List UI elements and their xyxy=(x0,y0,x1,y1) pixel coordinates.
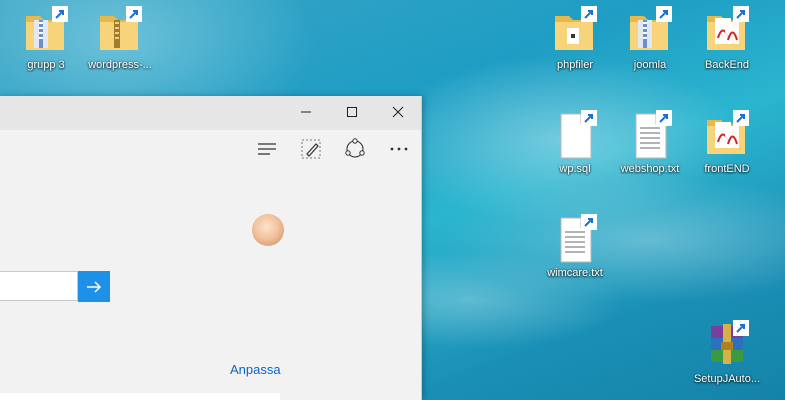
web-note-button[interactable] xyxy=(296,134,326,164)
title-bar xyxy=(0,96,421,130)
share-icon xyxy=(345,138,365,158)
shortcut-arrow-icon xyxy=(581,214,597,230)
web-note-icon xyxy=(301,139,321,159)
maximize-button[interactable] xyxy=(329,96,375,128)
desktop-icon-label: joomla xyxy=(633,59,667,71)
shortcut-arrow-icon xyxy=(52,6,68,22)
hub-button[interactable] xyxy=(252,134,282,164)
shortcut-arrow-icon xyxy=(581,6,597,22)
shortcut-arrow-icon xyxy=(656,6,672,22)
winrar-archive-icon xyxy=(703,320,751,370)
zip-folder-icon xyxy=(22,6,70,56)
avatar[interactable] xyxy=(252,214,284,246)
shortcut-arrow-icon xyxy=(733,6,749,22)
desktop-icon-label: wimcare.txt xyxy=(547,267,603,279)
close-button[interactable] xyxy=(375,96,421,128)
customize-link[interactable]: Anpassa xyxy=(230,362,281,377)
more-button[interactable] xyxy=(384,134,414,164)
desktop-icon-label: wp.sql xyxy=(559,163,591,175)
pdf-folder-icon xyxy=(703,6,751,56)
desktop-icon-grupp-3[interactable]: grupp 3 xyxy=(8,6,84,72)
hub-icon xyxy=(258,143,276,155)
desktop-icon-label: BackEnd xyxy=(704,59,750,71)
zip-folder-icon xyxy=(96,6,144,56)
maximize-icon xyxy=(347,107,357,117)
shortcut-arrow-icon xyxy=(656,110,672,126)
search-input[interactable] xyxy=(0,271,78,301)
desktop-icon-wp-sql[interactable]: wp.sql xyxy=(537,110,613,176)
more-icon xyxy=(390,147,408,151)
blank-file-icon xyxy=(551,110,599,160)
desktop-icon-backend[interactable]: BackEnd xyxy=(689,6,765,72)
content-panel xyxy=(0,393,280,400)
shortcut-arrow-icon xyxy=(126,6,142,22)
minimize-icon xyxy=(301,111,311,113)
shortcut-arrow-icon xyxy=(733,110,749,126)
desktop-icon-label: frontEND xyxy=(704,163,750,175)
arrow-right-icon xyxy=(87,280,102,293)
pdf-folder-icon xyxy=(703,110,751,160)
desktop-icon-setupjauto[interactable]: SetupJAuto... xyxy=(689,320,765,386)
desktop-icon-joomla[interactable]: joomla xyxy=(612,6,688,72)
desktop-icon-phpfiler[interactable]: phpfiler xyxy=(537,6,613,72)
shortcut-arrow-icon xyxy=(733,320,749,336)
desktop-icon-label: webshop.txt xyxy=(620,163,680,175)
close-icon xyxy=(392,106,404,118)
browser-toolbar xyxy=(0,130,421,168)
shortcut-arrow-icon xyxy=(581,110,597,126)
text-file-icon xyxy=(626,110,674,160)
desktop-icon-label: SetupJAuto... xyxy=(693,373,761,385)
desktop-icon-webshop-txt[interactable]: webshop.txt xyxy=(612,110,688,176)
desktop-icon-label: wordpress-... xyxy=(88,59,152,71)
desktop-icon-wimcare-txt[interactable]: wimcare.txt xyxy=(537,214,613,280)
search-go-button[interactable] xyxy=(78,271,110,302)
share-button[interactable] xyxy=(340,134,370,164)
browser-window: Anpassa xyxy=(0,96,422,400)
text-file-icon xyxy=(551,214,599,264)
minimize-button[interactable] xyxy=(283,96,329,128)
desktop-icon-label: phpfiler xyxy=(556,59,594,71)
folder-icon xyxy=(551,6,599,56)
zip-folder-icon xyxy=(626,6,674,56)
desktop-icon-frontend[interactable]: frontEND xyxy=(689,110,765,176)
desktop-icon-wordpress[interactable]: wordpress-... xyxy=(82,6,158,72)
desktop-icon-label: grupp 3 xyxy=(27,59,65,71)
